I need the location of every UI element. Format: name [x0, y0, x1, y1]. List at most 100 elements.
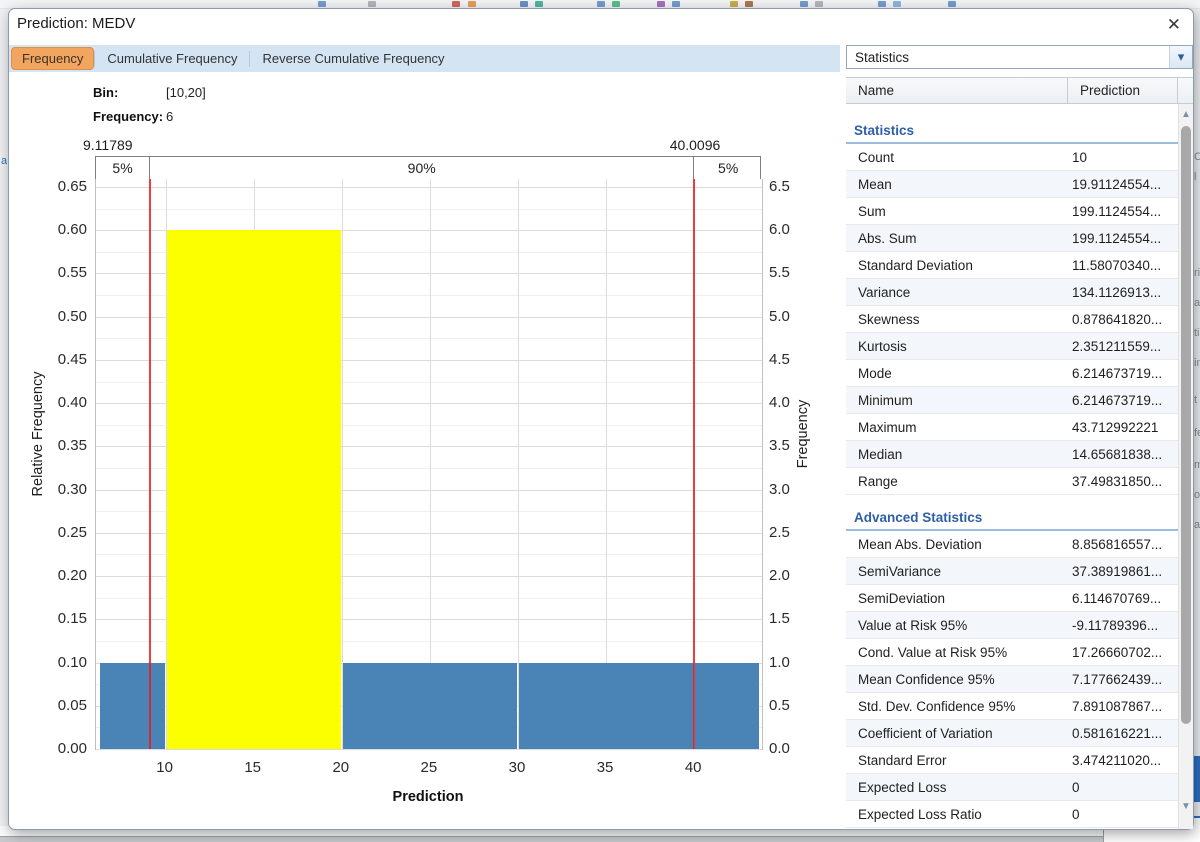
- stat-name: Median: [846, 441, 1060, 467]
- stat-value: 7.891087867...: [1060, 693, 1166, 719]
- stat-name: Std. Dev. Confidence 95%: [846, 693, 1060, 719]
- background-text-fragment: fe: [1194, 428, 1200, 439]
- y-axis-tick-left: 0.50: [43, 308, 87, 325]
- stat-row: Range37.49831850...: [846, 468, 1178, 495]
- stat-value: 2.351211559...: [1060, 333, 1166, 359]
- stat-row: Kurtosis2.351211559...: [846, 333, 1178, 360]
- stat-value: 0: [1060, 774, 1166, 800]
- y-axis-tick-right: 5.0: [769, 308, 813, 325]
- section-header: Advanced Statistics: [846, 495, 1178, 531]
- band-segment: 5%: [694, 157, 762, 179]
- stat-value: -9.11789396...: [1060, 612, 1166, 638]
- stat-row: Expected Loss Ratio0: [846, 801, 1178, 828]
- histogram-bar[interactable]: [343, 663, 518, 749]
- stat-name: Abs. Sum: [846, 225, 1060, 251]
- stat-value: 11.58070340...: [1060, 252, 1166, 278]
- background-text-fragment: t: [1194, 395, 1197, 406]
- stat-row: Expected Loss0: [846, 774, 1178, 801]
- stat-value: 0.581616221...: [1060, 720, 1166, 746]
- background-icon-fragment: [815, 1, 823, 7]
- stat-name: Standard Deviation: [846, 252, 1060, 278]
- stat-row: Maximum43.712992221: [846, 414, 1178, 441]
- stat-row: Mean Confidence 95%7.177662439...: [846, 666, 1178, 693]
- stat-row: Value at Risk 95%-9.11789396...: [846, 612, 1178, 639]
- stat-row: Mean Abs. Deviation8.856816557...: [846, 531, 1178, 558]
- y-axis-tick-left: 0.10: [43, 654, 87, 671]
- tab-reverse-cumulative-frequency[interactable]: Reverse Cumulative Frequency: [250, 47, 456, 70]
- band-segment: 90%: [150, 157, 694, 179]
- stat-value: 134.1126913...: [1060, 279, 1166, 305]
- stat-value: 0: [1060, 801, 1166, 827]
- stat-name: SemiVariance: [846, 558, 1060, 584]
- background-text-fragment: o: [1194, 490, 1200, 501]
- percentile-marker-line[interactable]: [693, 179, 695, 749]
- x-axis-title: Prediction: [368, 789, 488, 805]
- stat-value: 6.114670769...: [1060, 585, 1166, 611]
- histogram-bar[interactable]: [695, 663, 759, 749]
- stats-table-header: Name Prediction: [846, 77, 1193, 104]
- tab-strip: FrequencyCumulative FrequencyReverse Cum…: [9, 45, 840, 72]
- stat-row: Mode6.214673719...: [846, 360, 1178, 387]
- stat-value: 7.177662439...: [1060, 666, 1166, 692]
- background-text-fragment: in: [1194, 358, 1200, 369]
- scroll-down-icon[interactable]: ▼: [1179, 800, 1193, 814]
- stat-value: 3.474211020...: [1060, 747, 1166, 773]
- stat-name: Cond. Value at Risk 95%: [846, 639, 1060, 665]
- background-icon-fragment: [520, 1, 528, 7]
- y-axis-tick-left: 0.40: [43, 394, 87, 411]
- percentile-band: 5%90%5%: [95, 156, 761, 180]
- column-header-prediction: Prediction: [1068, 78, 1178, 103]
- stat-row: Cond. Value at Risk 95%17.26660702...: [846, 639, 1178, 666]
- y-axis-tick-right: 0.5: [769, 697, 813, 714]
- statistics-dropdown[interactable]: Statistics ▾: [846, 45, 1193, 69]
- background-icon-fragment: [800, 1, 808, 7]
- y-axis-tick-left: 0.05: [43, 697, 87, 714]
- bin-value: [10,20]: [166, 85, 206, 100]
- histogram-bar[interactable]: [100, 663, 165, 749]
- histogram-bar-selected[interactable]: [167, 230, 342, 749]
- statistics-dropdown-value: Statistics: [847, 50, 1169, 65]
- stat-value: 8.856816557...: [1060, 531, 1166, 557]
- background-statusbar-sliver: [0, 836, 1200, 842]
- stat-row: SemiDeviation6.114670769...: [846, 585, 1178, 612]
- scroll-up-icon[interactable]: ▲: [1179, 108, 1193, 122]
- close-icon[interactable]: ✕: [1167, 15, 1181, 35]
- tab-frequency[interactable]: Frequency: [11, 47, 94, 70]
- stat-row: Standard Deviation11.58070340...: [846, 252, 1178, 279]
- stat-value: 43.712992221: [1060, 414, 1166, 440]
- percentile-marker-line[interactable]: [149, 179, 151, 749]
- background-icon-fragment: [878, 1, 886, 7]
- stat-row: Skewness0.878641820...: [846, 306, 1178, 333]
- x-axis-tick: 35: [583, 759, 627, 776]
- background-text-fragment: l: [1194, 172, 1196, 183]
- histogram-bar[interactable]: [519, 663, 694, 749]
- y-axis-tick-right: 0.0: [769, 740, 813, 757]
- stat-name: Mean Confidence 95%: [846, 666, 1060, 692]
- stat-value: 17.26660702...: [1060, 639, 1166, 665]
- section-header-label: Statistics: [854, 123, 914, 138]
- stat-name: Coefficient of Variation: [846, 720, 1060, 746]
- y-axis-tick-right: 2.5: [769, 524, 813, 541]
- tab-cumulative-frequency[interactable]: Cumulative Frequency: [95, 47, 249, 70]
- y-axis-tick-left: 0.25: [43, 524, 87, 541]
- stat-name: Variance: [846, 279, 1060, 305]
- histogram-plot: [95, 179, 763, 750]
- x-axis-tick: 40: [671, 759, 715, 776]
- stat-value: 37.38919861...: [1060, 558, 1166, 584]
- scrollbar-thumb[interactable]: [1181, 126, 1191, 724]
- y-axis-tick-left: 0.55: [43, 264, 87, 281]
- background-icon-fragment: [597, 1, 605, 7]
- stat-value: 199.1124554...: [1060, 198, 1166, 224]
- y-axis-tick-right: 3.0: [769, 481, 813, 498]
- background-icon-fragment: [612, 1, 620, 7]
- stat-value: 6.214673719...: [1060, 360, 1166, 386]
- y-axis-tick-right: 2.0: [769, 567, 813, 584]
- stat-name: SemiDeviation: [846, 585, 1060, 611]
- background-text-fragment: a: [1194, 520, 1200, 531]
- y-axis-tick-right: 6.5: [769, 178, 813, 195]
- chevron-down-icon[interactable]: ▾: [1169, 46, 1192, 68]
- stats-scrollbar[interactable]: ▲ ▼: [1178, 104, 1193, 829]
- y-axis-tick-right: 6.0: [769, 221, 813, 238]
- background-icon-fragment: [468, 1, 476, 7]
- prediction-dialog: Prediction: MEDV ✕ FrequencyCumulative F…: [8, 8, 1194, 830]
